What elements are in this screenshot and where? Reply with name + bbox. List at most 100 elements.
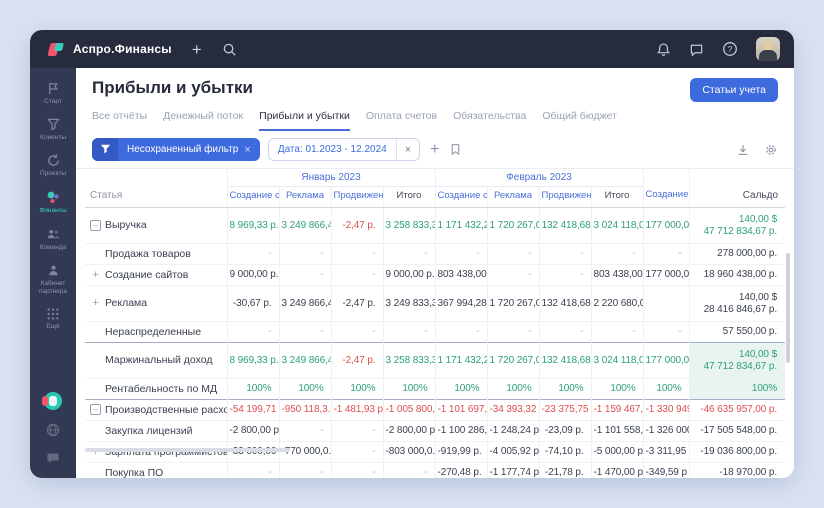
value-cell: -2 800,00 р. — [383, 420, 435, 441]
product-logo-icon[interactable] — [44, 392, 62, 410]
accounting-articles-button[interactable]: Статьи учета — [690, 78, 778, 102]
sidebar-item-projects[interactable]: Проекты — [31, 148, 75, 184]
value-cell: -1 330 949,... — [643, 399, 689, 420]
help-icon[interactable]: ? — [722, 41, 738, 57]
value-cell: -23 375,75 р. — [539, 399, 591, 420]
column-header-dimension[interactable]: Продвижение — [331, 186, 383, 207]
value-cell: -2 800,00 р. — [227, 420, 279, 441]
row-label: Создание сайтов — [105, 269, 188, 281]
download-icon[interactable] — [736, 143, 750, 157]
search-icon[interactable] — [222, 42, 237, 57]
value-cell: - — [331, 462, 383, 478]
value-cell: -4 005,92 р. — [487, 441, 539, 462]
value-cell: -3 311,95 р — [643, 441, 689, 462]
unsaved-filter-chip[interactable]: Несохраненный фильтр × — [92, 138, 260, 161]
value-cell: - — [279, 243, 331, 264]
column-header-dimension[interactable]: Создание сайтов — [227, 186, 279, 207]
finance-pie-icon — [45, 189, 61, 205]
sidebar-item-team[interactable]: Команда — [31, 222, 75, 258]
value-cell: - — [279, 420, 331, 441]
expand-toggle-icon[interactable]: + — [90, 270, 101, 280]
row-label-cell: Покупка ПО — [85, 462, 227, 478]
unsaved-filter-close-icon[interactable]: × — [244, 144, 259, 156]
column-header-dimension[interactable]: Создание сайтов — [435, 186, 487, 207]
value-cell: 3 249 866,4... — [279, 207, 331, 243]
value-cell: 100% — [279, 378, 331, 399]
horizontal-scrollbar[interactable] — [85, 448, 290, 452]
row-label-cell: Маржинальный доход — [85, 342, 227, 378]
column-header-dimension[interactable]: Создание сайтов — [643, 186, 689, 207]
value-cell: -30,67 р. — [227, 285, 279, 321]
value-cell: 2 220 680,0... — [591, 285, 643, 321]
bookmark-icon[interactable] — [449, 143, 462, 156]
value-cell: -1 470,00 р. — [591, 462, 643, 478]
value-cell: 3 258 833,3... — [383, 342, 435, 378]
value-cell: 100% — [591, 378, 643, 399]
date-filter-label[interactable]: Дата: 01.2023 - 12.2024 — [269, 144, 396, 155]
table-row: Рентабельность по МД100%100%100%100%100%… — [85, 378, 785, 399]
sidebar-item-clients[interactable]: Клиенты — [31, 112, 75, 148]
row-label: Выручка — [105, 219, 147, 231]
value-cell: 3 249 833,3... — [383, 285, 435, 321]
main-content: Прибыли и убытки Статьи учета Все отчёты… — [76, 68, 794, 478]
saldo-value: 47 712 834,67 р. — [692, 226, 778, 237]
user-avatar[interactable] — [756, 37, 780, 61]
value-cell: - — [383, 462, 435, 478]
create-button[interactable]: + — [192, 41, 202, 58]
row-label-cell: –Выручка — [85, 207, 227, 243]
table-row: Закупка лицензий-2 800,00 р.---2 800,00 … — [85, 420, 785, 441]
value-cell: 1 720 267,0... — [487, 207, 539, 243]
sidebar-item-partner-cabinet[interactable]: Кабинет партнера — [31, 258, 75, 302]
value-cell: -950 118,3... — [279, 399, 331, 420]
settings-gear-icon[interactable] — [764, 143, 778, 157]
integrations-icon[interactable] — [45, 422, 61, 438]
funnel-icon[interactable] — [92, 138, 118, 161]
value-cell: 3 249 866,4... — [279, 285, 331, 321]
value-cell: -1 481,93 р. — [331, 399, 383, 420]
value-cell: -54 199,71 р. — [227, 399, 279, 420]
sidebar-item-more[interactable]: Ещё — [31, 302, 75, 337]
date-filter-close-icon[interactable]: × — [396, 139, 419, 160]
support-icon[interactable] — [45, 450, 61, 466]
add-filter-button[interactable]: + — [428, 142, 441, 158]
tab-profit-loss[interactable]: Прибыли и убытки — [259, 110, 350, 131]
tab-general-budget[interactable]: Общий бюджет — [542, 110, 617, 131]
value-cell: - — [383, 243, 435, 264]
value-cell: - — [539, 243, 591, 264]
column-header-dimension[interactable]: Реклама — [487, 186, 539, 207]
value-cell: 3 258 833,3... — [383, 207, 435, 243]
svg-text:?: ? — [728, 44, 733, 54]
column-header-dimension[interactable]: Продвижение — [539, 186, 591, 207]
value-cell: - — [279, 264, 331, 285]
page-title: Прибыли и убытки — [92, 78, 253, 98]
saldo-value: 100% — [692, 383, 778, 394]
value-cell: - — [331, 321, 383, 342]
vertical-scrollbar[interactable] — [786, 253, 790, 363]
saldo-value: -46 635 957,00 р. — [692, 404, 778, 415]
messages-chat-icon[interactable] — [689, 42, 704, 57]
article-column-header: Статья — [85, 186, 227, 207]
value-cell: -1 100 286,... — [435, 420, 487, 441]
tab-bill-payment[interactable]: Оплата счетов — [366, 110, 437, 131]
collapse-toggle-icon[interactable]: – — [90, 404, 101, 415]
profit-loss-table: Январь 2023Февраль 2023СтатьяСоздание са… — [85, 169, 785, 478]
value-cell: 100% — [227, 378, 279, 399]
value-cell: -349,59 р — [643, 462, 689, 478]
sidebar-item-finance[interactable]: Финансы — [31, 184, 75, 221]
saldo-value: 57 550,00 р. — [692, 326, 778, 337]
expand-toggle-icon[interactable]: + — [90, 298, 101, 308]
value-cell: -803 000,0... — [383, 441, 435, 462]
tab-cash-flow[interactable]: Денежный поток — [163, 110, 243, 131]
collapse-toggle-icon[interactable]: – — [90, 220, 101, 231]
saldo-value: 18 960 438,00 р. — [692, 269, 778, 280]
tab-all-reports[interactable]: Все отчёты — [92, 110, 147, 131]
column-header-dimension[interactable]: Реклама — [279, 186, 331, 207]
value-cell: 803 438,00 р. — [435, 264, 487, 285]
value-cell — [643, 285, 689, 321]
value-cell: - — [487, 243, 539, 264]
tab-obligations[interactable]: Обязательства — [453, 110, 526, 131]
sidebar-item-start[interactable]: Старт — [31, 76, 75, 112]
value-cell: 367 994,28 р. — [435, 285, 487, 321]
notifications-bell-icon[interactable] — [656, 42, 671, 57]
saldo-cell: 18 960 438,00 р. — [689, 264, 785, 285]
